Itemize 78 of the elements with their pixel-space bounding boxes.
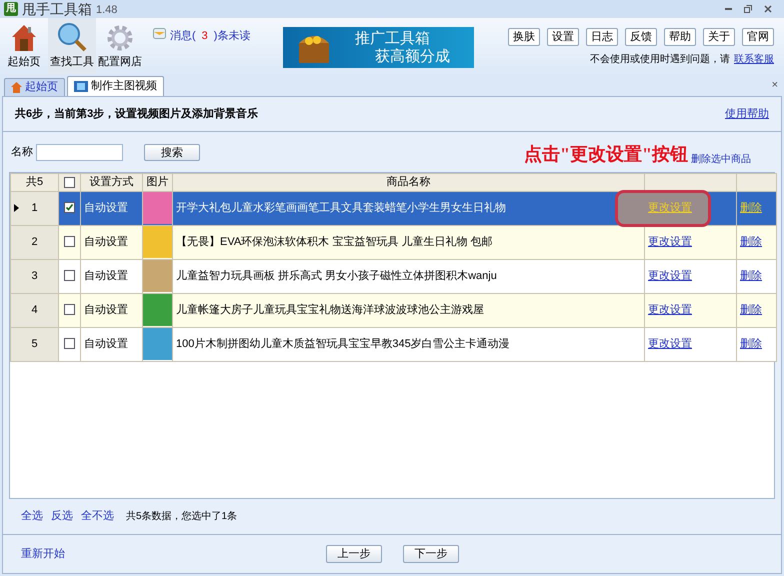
checkbox[interactable] [64,202,75,214]
restore-icon[interactable] [744,5,752,13]
search-button[interactable]: 搜索 [144,144,200,160]
toolbar-button[interactable]: 配置网店 [96,18,144,74]
summary-text: 共5条数据，您选中了1条 [126,510,238,524]
table-row[interactable]: 1 自动设置 开学大礼包儿童水彩笔画画笔工具文具套装蜡笔小学生男女生日礼物 更改设置 删除 [10,191,776,225]
checkbox[interactable] [64,270,75,282]
checkbox[interactable] [64,304,75,316]
app-logo: 甩 [4,2,18,16]
row-header: 5 [10,327,58,361]
version-label: 1.48 [96,3,118,18]
annotation-text: 点击"更改设置"按钮 [524,142,688,166]
search-label: 名称 [11,144,33,160]
column-header: 商品名称 [172,174,644,191]
house-icon [11,24,37,52]
table-cell: 【无畏】EVA环保泡沫软体积木 宝宝益智玩具 儿童生日礼物 包邮 [172,225,644,259]
toolbar-button[interactable]: 设置 [547,28,579,46]
change-settings-link[interactable]: 更改设置 [645,270,695,282]
table-cell: 儿童益智力玩具画板 拼乐高式 男女小孩子磁性立体拼图积木wanju [172,259,644,293]
window-title: 甩手工具箱 [22,0,92,18]
change-settings-link[interactable]: 更改设置 [645,338,695,350]
photo-placeholder [143,328,172,360]
row-header: 4 [10,293,58,327]
table-row[interactable]: 3 自动设置 儿童益智力玩具画板 拼乐高式 男女小孩子磁性立体拼图积木wanju 更改设置 删除 [10,259,776,293]
help-text: 不会使用或使用时遇到问题，请 [590,52,730,67]
nav-button[interactable]: 上一步 [326,545,382,563]
checkbox[interactable] [64,176,75,188]
nav-button[interactable]: 下一步 [403,545,459,563]
column-header: 共5 [10,174,58,191]
banner-text: 获高额分成 [375,48,450,66]
toolbar-button[interactable]: 帮助 [664,28,696,46]
message-notice[interactable]: 消息( 3 )条未读 [170,28,250,44]
column-header: 设置方式 [80,174,142,191]
checkbox[interactable] [64,236,75,248]
selection-link[interactable]: 全不选 [81,508,114,525]
close-icon[interactable] [764,5,772,13]
search-field[interactable] [36,144,123,160]
row-header: 1 [10,191,58,225]
photo-placeholder [143,192,172,224]
tab[interactable]: 起始页 [4,78,65,96]
change-settings-link[interactable]: 更改设置 [645,304,695,316]
help-link[interactable]: 使用帮助 [725,106,769,122]
toolbar-button[interactable]: 查找工具 [48,18,96,74]
table-row[interactable]: 4 自动设置 儿童帐篷大房子儿童玩具宝宝礼物送海洋球波波球池公主游戏屋 更改设置 删除 [10,293,776,327]
delete-selected-link[interactable]: 删除选中商品 [691,152,751,166]
house-icon [11,82,22,93]
toolbar-button[interactable]: 关于 [703,28,735,46]
table-row[interactable]: 2 自动设置 【无畏】EVA环保泡沫软体积木 宝宝益智玩具 儿童生日礼物 包邮 更改设置 删除 [10,225,776,259]
toolbar-button[interactable]: 日志 [586,28,618,46]
photo-placeholder [143,294,172,326]
checkbox[interactable] [64,338,75,350]
row-header: 3 [10,259,58,293]
column-header: 图片 [142,174,172,191]
current-row-icon [14,204,19,212]
photo-placeholder [143,226,172,258]
selection-link[interactable]: 反选 [51,508,73,525]
step-text: 共6步，当前第3步，设置视频图片及添加背景音乐 [15,106,258,122]
table-cell: 儿童帐篷大房子儿童玩具宝宝礼物送海洋球波波球池公主游戏屋 [172,293,644,327]
banner-text: 推广工具箱 [355,30,431,48]
search-icon [57,22,87,52]
table-cell: 100片木制拼图幼儿童木质益智玩具宝宝早教345岁白雪公主卡通动漫 [172,327,644,361]
toolbar-button[interactable]: 反馈 [625,28,657,46]
gear-icon [106,24,134,52]
selection-link[interactable]: 全选 [21,508,43,525]
photo-placeholder [143,260,172,292]
row-header: 2 [10,225,58,259]
contact-link[interactable]: 联系客服 [734,52,774,67]
promo-banner[interactable]: 推广工具箱 获高额分成 [283,27,474,68]
tab[interactable]: 制作主图视频 [67,76,164,96]
toolbar-button[interactable]: 起始页 [0,18,48,74]
table-row[interactable]: 5 自动设置 100片木制拼图幼儿童木质益智玩具宝宝早教345岁白雪公主卡通动漫 更改设置 删除 [10,327,776,361]
restart-link[interactable]: 重新开始 [21,546,326,562]
envelope-icon [153,28,166,39]
toolbar-button[interactable]: 官网 [742,28,774,46]
toolbar-button[interactable]: 换肤 [508,28,540,46]
change-settings-link[interactable]: 更改设置 [645,236,695,248]
close-tab-button[interactable]: × [772,76,778,93]
film-icon [74,81,88,92]
